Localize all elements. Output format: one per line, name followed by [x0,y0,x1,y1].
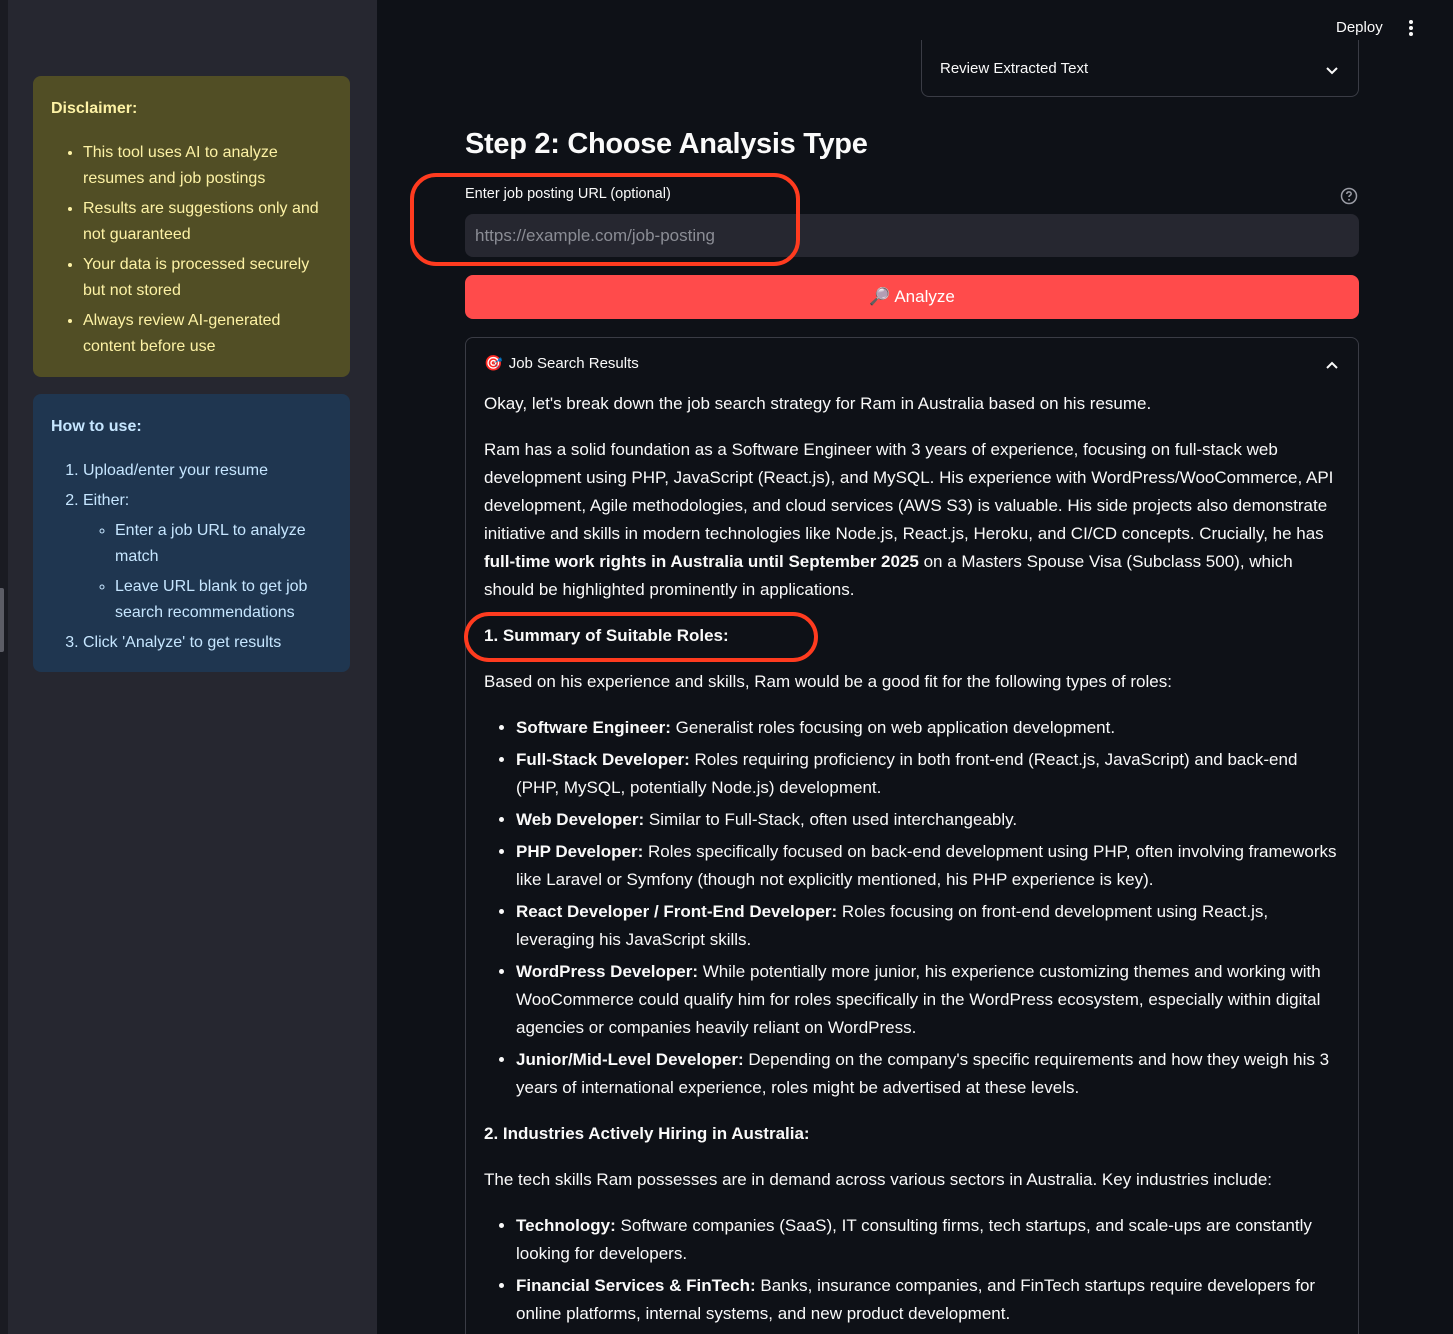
section-heading-industries: 2. Industries Actively Hiring in Austral… [484,1120,1342,1148]
how-to-step-3: Click 'Analyze' to get results [83,630,332,656]
step-text: Upload/enter your resume [83,462,268,479]
expander-label: Review Extracted Text [940,60,1089,77]
list-item: Junior/Mid-Level Developer: Depending on… [516,1046,1342,1102]
role-title: React Developer / Front-End Developer: [516,902,838,921]
industries-list: Technology: Software companies (SaaS), I… [484,1212,1342,1328]
disclaimer-item: Always review AI-generated content befor… [83,308,332,360]
role-title: Junior/Mid-Level Developer: [516,1050,744,1069]
results-overview: Ram has a solid foundation as a Software… [484,436,1342,604]
list-item: PHP Developer: Roles specifically focuse… [516,838,1342,894]
list-item: Financial Services & FinTech: Banks, ins… [516,1272,1342,1328]
job-search-results-expander: 🎯 Job Search Results Okay, let's break d… [465,337,1359,1334]
role-title: Software Engineer: [516,718,671,737]
list-item: React Developer / Front-End Developer: R… [516,898,1342,954]
job-url-label: Enter job posting URL (optional) [465,186,671,202]
industries-intro: The tech skills Ram possesses are in dem… [484,1170,1273,1189]
disclaimer-list: This tool uses AI to analyze resumes and… [51,140,332,360]
disclaimer-item: Your data is processed securely but not … [83,252,332,304]
how-to-step-2: Either: Enter a job URL to analyze match… [83,488,332,626]
roles-intro: Based on his experience and skills, Ram … [484,672,1172,691]
role-desc: Generalist roles focusing on web applica… [670,718,1116,737]
streamlit-app: Disclaimer: This tool uses AI to analyze… [0,0,1453,1334]
role-title: WordPress Developer: [516,962,699,981]
disclaimer-item: This tool uses AI to analyze resumes and… [83,140,332,192]
list-item: Web Developer: Similar to Full-Stack, of… [516,806,1342,834]
magnifier-icon: 🔎 [869,287,891,306]
roles-list: Software Engineer: Generalist roles focu… [484,714,1342,1102]
how-to-step-1: Upload/enter your resume [83,458,332,484]
list-item: Software Engineer: Generalist roles focu… [516,714,1342,742]
list-item: WordPress Developer: While potentially m… [516,958,1342,1042]
how-to-use-steps: Upload/enter your resume Either: Enter a… [51,458,332,656]
how-to-use-title: How to use: [51,418,142,435]
disclaimer-callout: Disclaimer: This tool uses AI to analyze… [33,76,350,377]
section-heading-text: 2. Industries Actively Hiring in Austral… [484,1124,810,1143]
vertical-ellipsis-icon[interactable] [1400,14,1422,42]
help-question-icon[interactable] [1340,187,1358,210]
role-title: Web Developer: [516,810,645,829]
how-to-substep: Enter a job URL to analyze match [115,518,332,570]
review-extracted-text-expander[interactable]: Review Extracted Text [921,40,1359,97]
sidebar-resize-handle[interactable] [0,588,4,652]
how-to-substep: Leave URL blank to get job search recomm… [115,574,332,626]
results-body: Okay, let's break down the job search st… [484,390,1342,1334]
job-url-input[interactable] [465,214,1359,257]
industry-title: Financial Services & FinTech: [516,1276,756,1295]
target-icon: 🎯 [484,355,503,372]
disclaimer-title: Disclaimer: [51,100,138,117]
step-text: Click 'Analyze' to get results [83,634,282,651]
list-item: Technology: Software companies (SaaS), I… [516,1212,1342,1268]
results-intro: Okay, let's break down the job search st… [484,394,1152,413]
chevron-down-icon [1326,62,1338,80]
disclaimer-item: Results are suggestions only and not gua… [83,196,332,248]
section-heading-text: 1. Summary of Suitable Roles: [484,626,729,645]
industry-title: Technology: [516,1216,616,1235]
section-heading-roles: 1. Summary of Suitable Roles: [484,622,1342,650]
how-to-use-callout: How to use: Upload/enter your resume Eit… [33,394,350,672]
list-item: Full-Stack Developer: Roles requiring pr… [516,746,1342,802]
step-text: Either: [83,492,130,509]
results-header[interactable]: 🎯 Job Search Results [484,354,639,373]
work-rights-highlight: full-time work rights in Australia until… [484,552,919,571]
role-desc: Similar to Full-Stack, often used interc… [644,810,1018,829]
sidebar-edge [0,0,8,1334]
sidebar: Disclaimer: This tool uses AI to analyze… [0,0,377,1334]
industry-desc: Software companies (SaaS), IT consulting… [516,1216,1312,1263]
role-title: PHP Developer: [516,842,644,861]
how-to-step-2-options: Enter a job URL to analyze match Leave U… [83,518,332,626]
results-title: Job Search Results [508,354,639,372]
analyze-button[interactable]: 🔎 Analyze [465,275,1359,319]
chevron-up-icon[interactable] [1326,356,1338,374]
overview-text: Ram has a solid foundation as a Software… [484,440,1334,543]
deploy-button[interactable]: Deploy [1322,14,1397,42]
role-title: Full-Stack Developer: [516,750,690,769]
analyze-label: Analyze [894,287,955,306]
page-title: Step 2: Choose Analysis Type [465,128,868,160]
